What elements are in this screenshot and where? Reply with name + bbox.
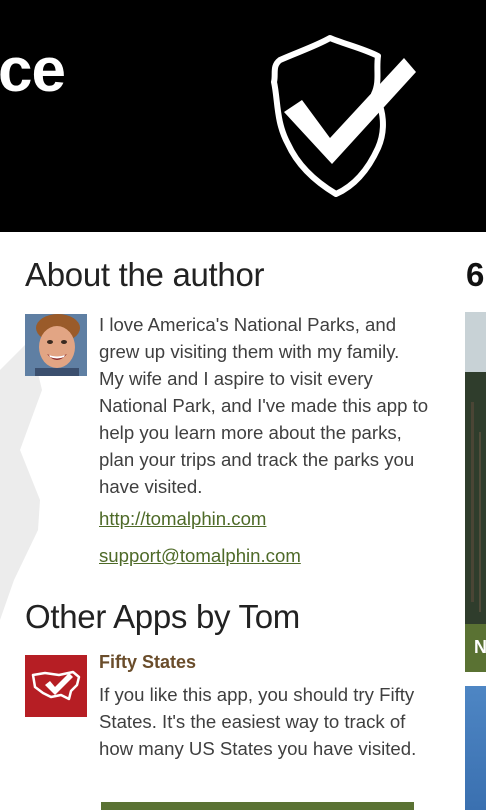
next-panel-heading: 6 bbox=[466, 256, 485, 293]
support-email-link[interactable]: support@tomalphin.com bbox=[99, 545, 301, 567]
next-panel-banner[interactable]: N bbox=[465, 624, 486, 672]
usa-map-check-icon[interactable] bbox=[25, 655, 87, 717]
app-description: If you like this app, you should try Fif… bbox=[99, 684, 417, 759]
next-panel-park-photo[interactable] bbox=[465, 312, 486, 624]
arrowhead-check-icon bbox=[271, 35, 416, 197]
header-title: ce bbox=[0, 36, 66, 105]
app-name-fifty-states[interactable]: Fifty States bbox=[99, 652, 196, 673]
about-author-heading: About the author bbox=[25, 256, 265, 293]
next-panel-photo-2[interactable] bbox=[465, 686, 486, 810]
header-banner: ce bbox=[0, 0, 486, 232]
get-app-button[interactable] bbox=[101, 802, 414, 810]
author-bio: I love America's National Parks, and gre… bbox=[99, 314, 429, 497]
author-avatar bbox=[25, 314, 87, 376]
other-apps-heading: Other Apps by Tom bbox=[25, 598, 300, 635]
website-link[interactable]: http://tomalphin.com bbox=[99, 508, 266, 530]
